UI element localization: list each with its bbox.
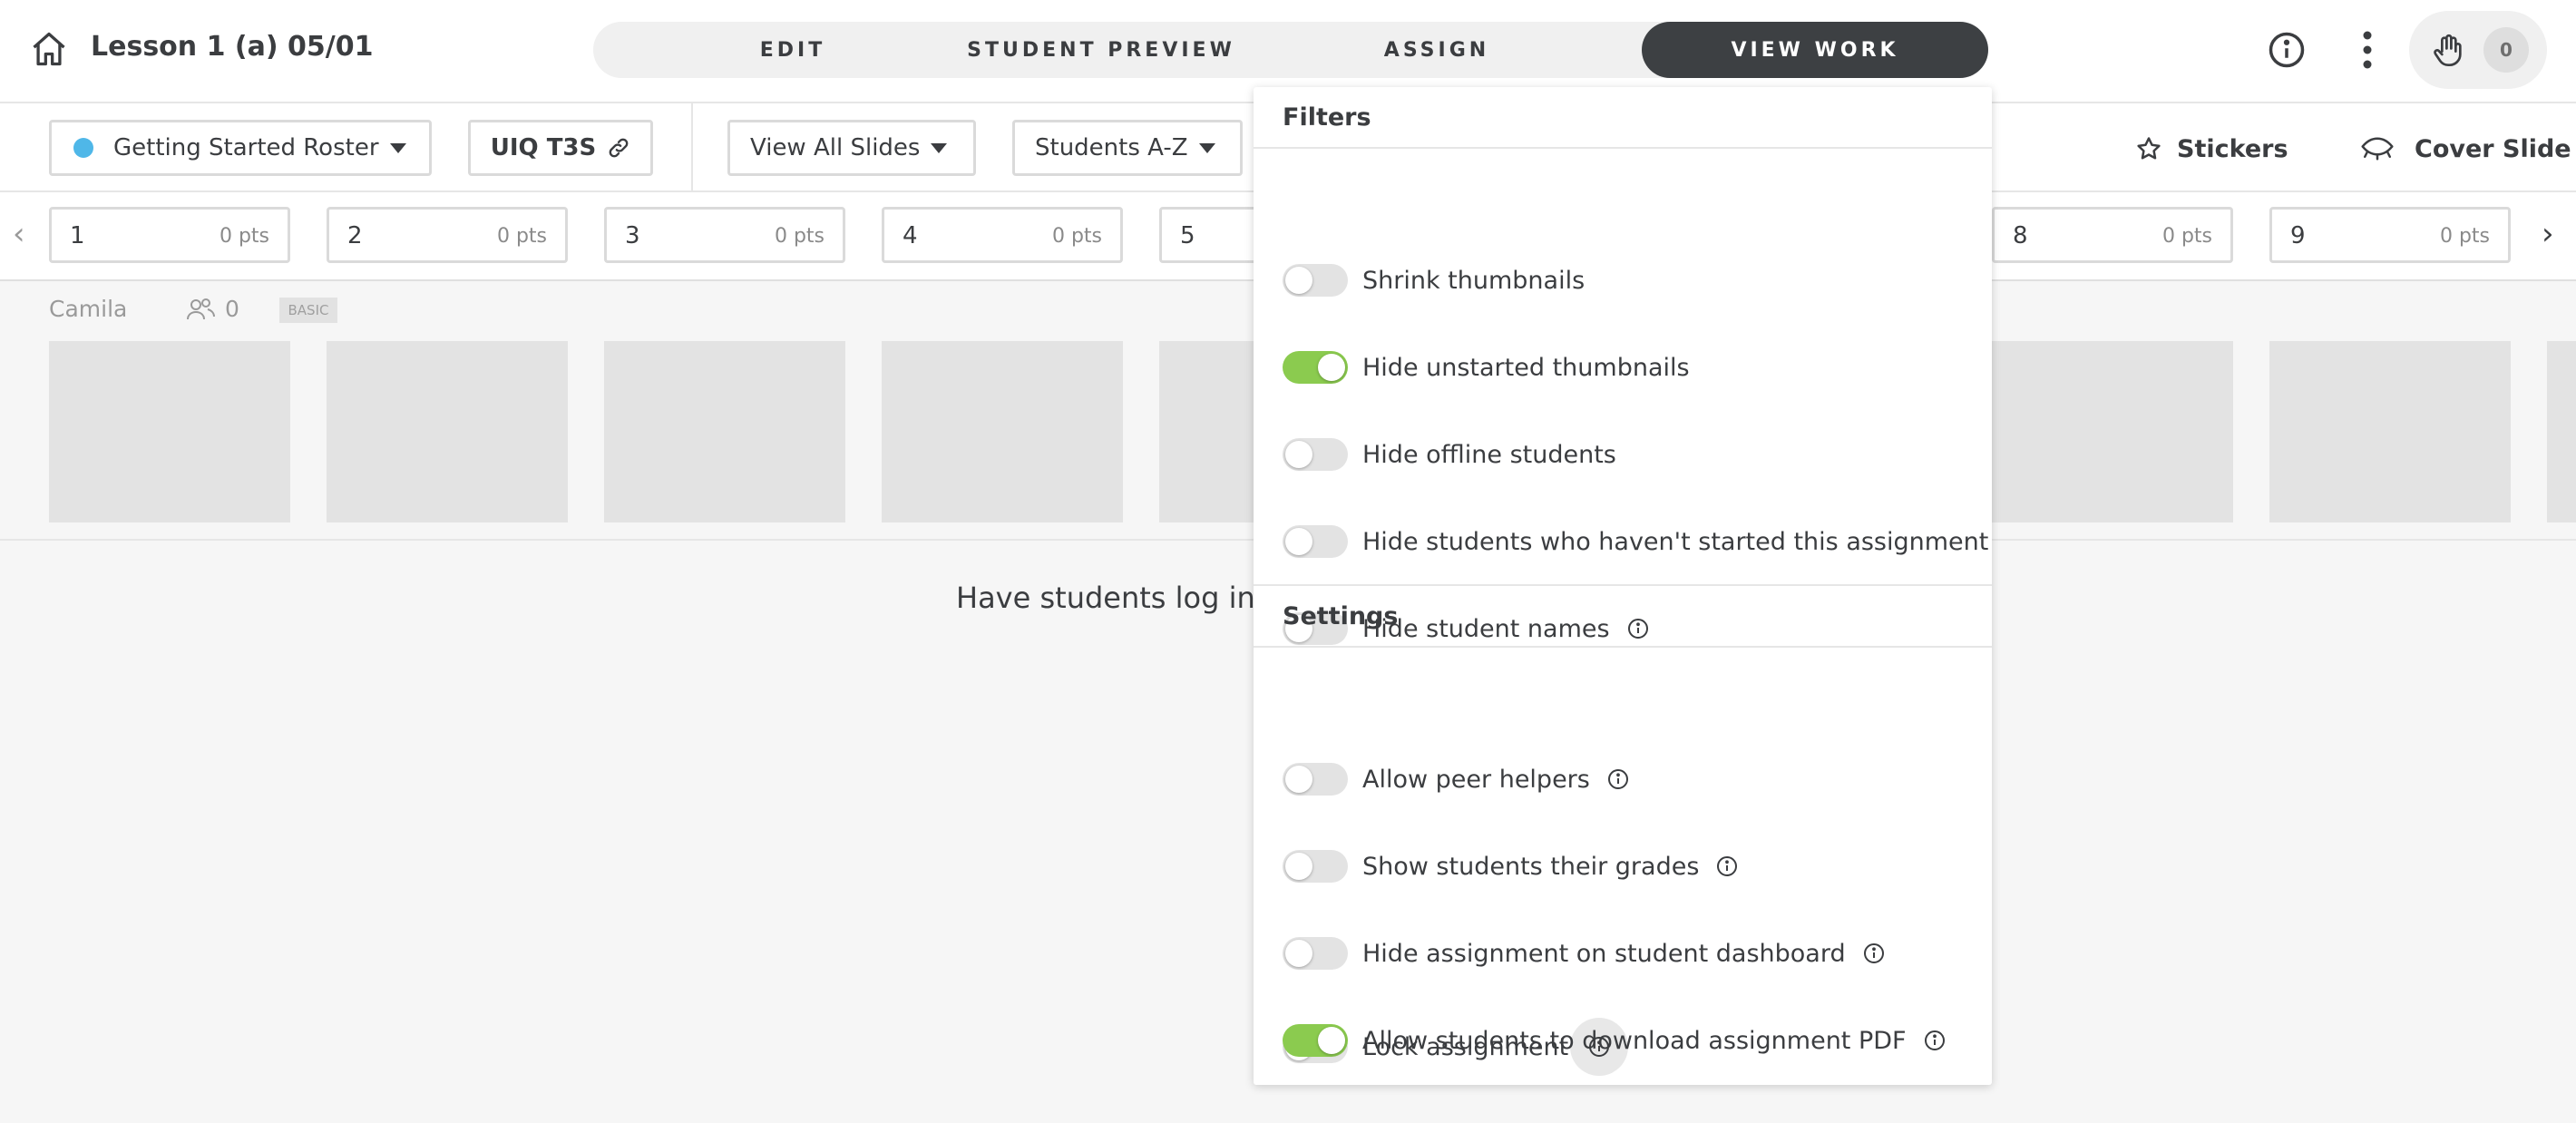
chevron-left-icon[interactable]: ‹ <box>13 216 25 252</box>
roster-label: Getting Started Roster <box>113 134 379 161</box>
empty-state-message: Have students log in <box>956 581 1255 615</box>
tab-student-preview[interactable]: STUDENT PREVIEW <box>956 22 1246 78</box>
slide-tab[interactable]: 9 0 pts <box>2269 207 2511 263</box>
student-thumbnail[interactable] <box>2269 341 2511 522</box>
star-icon <box>2135 135 2162 162</box>
student-thumbnail[interactable] <box>604 341 845 522</box>
option-label: Hide assignment on student dashboard <box>1362 939 1846 968</box>
student-thumbnail[interactable] <box>882 341 1123 522</box>
slide-tab[interactable]: 2 0 pts <box>327 207 568 263</box>
peer-helper-count: 0 <box>185 296 239 322</box>
slide-points: 0 pts <box>2161 225 2212 248</box>
slide-number: 4 <box>903 222 918 249</box>
view-options-panel: Filters Shrink thumbnails Hide unstarted… <box>1254 87 1992 1085</box>
eye-closed-icon <box>2360 135 2395 162</box>
toggle-switch[interactable] <box>1283 525 1348 558</box>
slide-tab[interactable]: 8 0 pts <box>1992 207 2233 263</box>
info-icon[interactable] <box>1606 767 1630 791</box>
info-icon[interactable] <box>1715 854 1739 878</box>
slide-tab[interactable]: 4 0 pts <box>882 207 1123 263</box>
setting-hide-on-dashboard[interactable]: Hide assignment on student dashboard <box>1283 931 1886 976</box>
toggle-switch[interactable] <box>1283 438 1348 471</box>
filter-hide-not-started-students[interactable]: Hide students who haven't started this a… <box>1283 519 1988 564</box>
option-label: Hide offline students <box>1362 440 1616 469</box>
cover-slide-button[interactable]: Cover Slide <box>2360 131 2571 167</box>
slide-points: 0 pts <box>774 225 825 248</box>
toolbar-divider <box>691 103 693 192</box>
student-thumbnail[interactable] <box>1992 341 2233 522</box>
stickers-button[interactable]: Stickers <box>2135 131 2288 167</box>
basic-badge: BASIC <box>279 298 337 323</box>
chevron-down-icon <box>931 142 948 153</box>
slide-tab[interactable]: 1 0 pts <box>49 207 290 263</box>
sort-label: Students A-Z <box>1035 134 1188 161</box>
filter-shrink-thumbnails[interactable]: Shrink thumbnails <box>1283 258 1585 303</box>
slides-filter-dropdown[interactable]: View All Slides <box>727 120 976 176</box>
more-vertical-icon[interactable] <box>2351 27 2384 73</box>
student-thumbnail[interactable] <box>2547 341 2576 522</box>
chevron-down-icon <box>389 142 406 153</box>
slide-points: 0 pts <box>496 225 547 248</box>
student-thumbnail[interactable] <box>49 341 290 522</box>
toggle-switch[interactable] <box>1283 351 1348 384</box>
toggle-switch[interactable] <box>1283 1024 1348 1057</box>
toggle-switch[interactable] <box>1283 850 1348 883</box>
roster-color-dot <box>73 138 93 158</box>
student-name[interactable]: Camila <box>49 296 127 322</box>
slide-number: 3 <box>625 222 640 249</box>
slide-number: 5 <box>1180 222 1195 249</box>
mode-tabs: EDIT STUDENT PREVIEW ASSIGN VIEW WORK <box>593 22 1988 78</box>
info-icon[interactable] <box>2264 27 2309 73</box>
option-label: Hide students who haven't started this a… <box>1362 527 1989 556</box>
class-code-button[interactable]: UIQ T3S <box>468 120 653 176</box>
lesson-title[interactable]: Lesson 1 (a) 05/01 <box>91 31 373 63</box>
option-label: Show students their grades <box>1362 852 1700 881</box>
setting-show-grades[interactable]: Show students their grades <box>1283 844 1739 889</box>
toggle-switch[interactable] <box>1283 937 1348 970</box>
info-icon[interactable] <box>1862 942 1886 965</box>
settings-heading: Settings <box>1254 586 1992 648</box>
option-label: Shrink thumbnails <box>1362 266 1586 295</box>
toggle-switch[interactable] <box>1283 763 1348 796</box>
roster-dropdown[interactable]: Getting Started Roster <box>49 120 432 176</box>
chevron-down-icon <box>1198 142 1215 153</box>
option-label: Allow students to download assignment PD… <box>1362 1026 1907 1055</box>
setting-allow-peer-helpers[interactable]: Allow peer helpers <box>1283 757 1630 802</box>
slides-filter-label: View All Slides <box>750 134 921 161</box>
slide-number: 2 <box>347 222 363 249</box>
slide-points: 0 pts <box>2439 225 2490 248</box>
slide-points: 0 pts <box>219 225 269 248</box>
filter-hide-offline-students[interactable]: Hide offline students <box>1283 432 1616 477</box>
helper-count-value: 0 <box>225 296 239 322</box>
slide-number: 1 <box>70 222 85 249</box>
info-icon[interactable] <box>1923 1029 1947 1052</box>
class-code-label: UIQ T3S <box>490 134 597 161</box>
tab-assign[interactable]: ASSIGN <box>1346 22 1527 78</box>
sort-dropdown[interactable]: Students A-Z <box>1012 120 1243 176</box>
link-icon <box>607 136 630 160</box>
option-label: Hide unstarted thumbnails <box>1362 353 1690 382</box>
option-label: Allow peer helpers <box>1362 765 1590 794</box>
slide-tab[interactable]: 3 0 pts <box>604 207 845 263</box>
setting-allow-pdf-download[interactable]: Allow students to download assignment PD… <box>1283 1018 1947 1063</box>
stickers-label: Stickers <box>2177 134 2288 163</box>
raised-hand-icon <box>2427 29 2469 71</box>
filters-heading: Filters <box>1254 87 1992 149</box>
home-icon[interactable] <box>25 25 73 73</box>
cover-slide-label: Cover Slide <box>2415 134 2571 163</box>
slide-number: 8 <box>2013 222 2028 249</box>
tab-view-work[interactable]: VIEW WORK <box>1642 22 1988 78</box>
slide-number: 9 <box>2290 222 2306 249</box>
slide-points: 0 pts <box>1051 225 1102 248</box>
tab-edit[interactable]: EDIT <box>702 22 883 78</box>
filter-hide-unstarted-thumbnails[interactable]: Hide unstarted thumbnails <box>1283 345 1690 390</box>
toggle-switch[interactable] <box>1283 264 1348 297</box>
student-thumbnail[interactable] <box>327 341 568 522</box>
chevron-right-icon[interactable]: › <box>2542 216 2554 252</box>
hand-count-badge: 0 <box>2483 27 2529 73</box>
